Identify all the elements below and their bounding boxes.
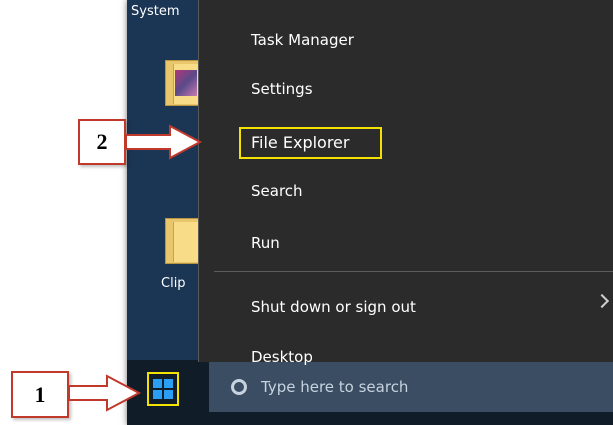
menu-separator — [214, 271, 613, 272]
menu-item-run[interactable]: Run — [251, 234, 280, 252]
screenshot-panel: System Clip Type here to search Task Man… — [127, 0, 613, 425]
taskbar-search-box[interactable]: Type here to search — [209, 362, 613, 412]
search-icon — [231, 379, 247, 395]
menu-item-shut-down[interactable]: Shut down or sign out — [251, 298, 416, 316]
menu-item-search[interactable]: Search — [251, 182, 303, 200]
search-placeholder: Type here to search — [261, 378, 409, 396]
power-user-menu: Task Manager Settings File Explorer Sear… — [198, 0, 613, 366]
folder-icon[interactable] — [165, 60, 201, 106]
folder-icon[interactable] — [165, 218, 201, 264]
callout-step-2: 2 — [78, 119, 126, 165]
chevron-right-icon — [594, 293, 610, 309]
desktop-label-clip: Clip — [161, 276, 186, 291]
desktop-label-system: System — [131, 4, 180, 19]
arrow-right-icon — [126, 124, 203, 160]
start-button[interactable] — [147, 372, 179, 406]
file-explorer-highlight — [239, 127, 382, 159]
menu-item-desktop[interactable]: Desktop — [251, 348, 313, 366]
windows-logo-icon — [153, 379, 173, 399]
menu-item-task-manager[interactable]: Task Manager — [251, 31, 354, 49]
arrow-right-icon — [69, 374, 142, 412]
menu-item-settings[interactable]: Settings — [251, 80, 313, 98]
callout-step-1: 1 — [11, 371, 69, 418]
